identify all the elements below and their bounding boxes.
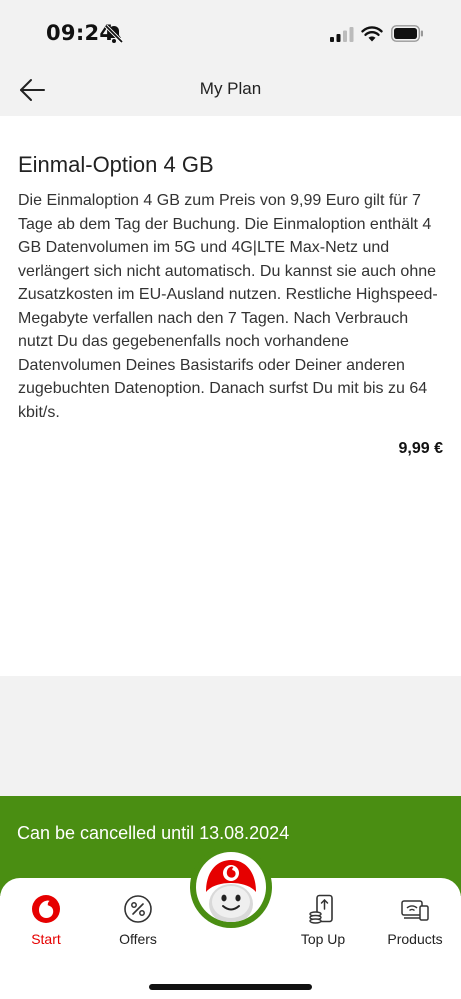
tab-top-up[interactable]: Top Up [277,878,369,958]
devices-icon [401,900,429,921]
vodafone-logo-icon [32,895,60,923]
percent-icon [124,895,152,923]
option-detail-card: Einmal-Option 4 GB Die Einmaloption 4 GB… [0,116,461,676]
page-title: My Plan [199,79,262,98]
phone-top-up-icon [309,894,333,924]
tab-offers[interactable]: Offers [92,878,184,958]
wifi-icon [361,26,383,42]
signal-icon [330,27,354,42]
option-description: Die Einmaloption 4 GB zum Preis von 9,99… [18,192,438,421]
assistant-button[interactable] [190,846,272,928]
assistant-mascot [196,852,266,922]
option-price: 9,99 € [398,440,443,457]
battery-icon [391,25,423,42]
tab-label: Top Up [300,931,346,947]
bell-muted-icon [104,24,124,44]
tab-label: Offers [119,931,157,947]
header: My Plan [0,62,461,116]
robot-mascot-icon [206,860,256,922]
tab-start[interactable]: Start [0,878,92,958]
tab-products[interactable]: Products [369,878,461,958]
tab-label: Start [31,931,61,947]
cancellation-text: Can be cancelled until 13.08.2024 [17,823,290,843]
status-bar: 09:24 [0,0,461,62]
option-title: Einmal-Option 4 GB [18,152,214,177]
screen: 09:24 My Plan Einmal-Option 4 GB Die Ein… [0,0,461,999]
home-indicator [149,984,312,990]
tab-label: Products [387,931,443,947]
